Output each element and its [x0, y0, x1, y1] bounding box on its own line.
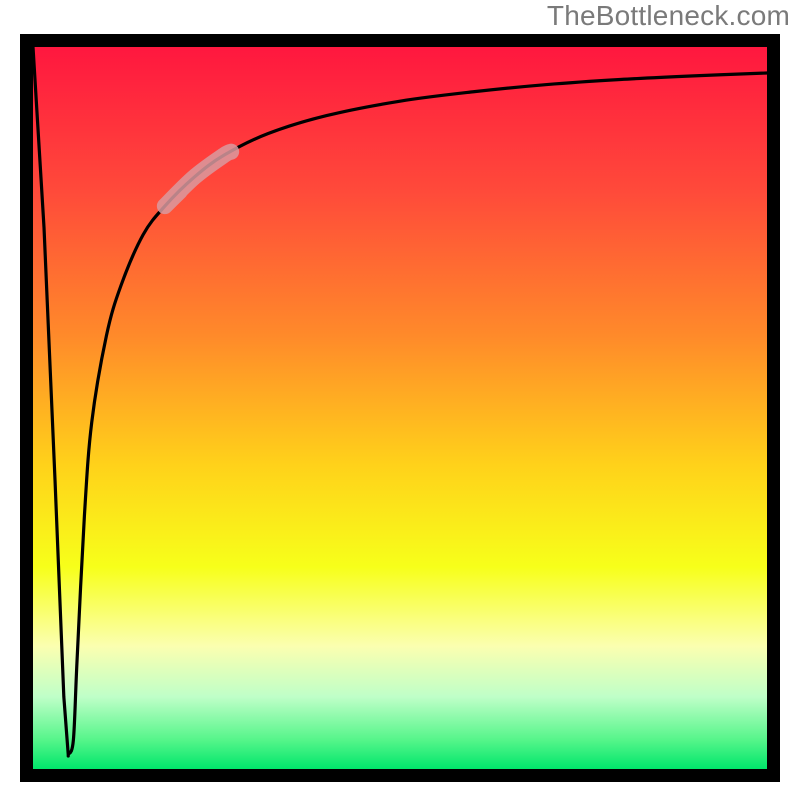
chart-container: TheBottleneck.com: [0, 0, 800, 800]
bottleneck-chart: [0, 0, 800, 800]
watermark-text: TheBottleneck.com: [547, 0, 790, 32]
gradient-background: [33, 47, 767, 769]
